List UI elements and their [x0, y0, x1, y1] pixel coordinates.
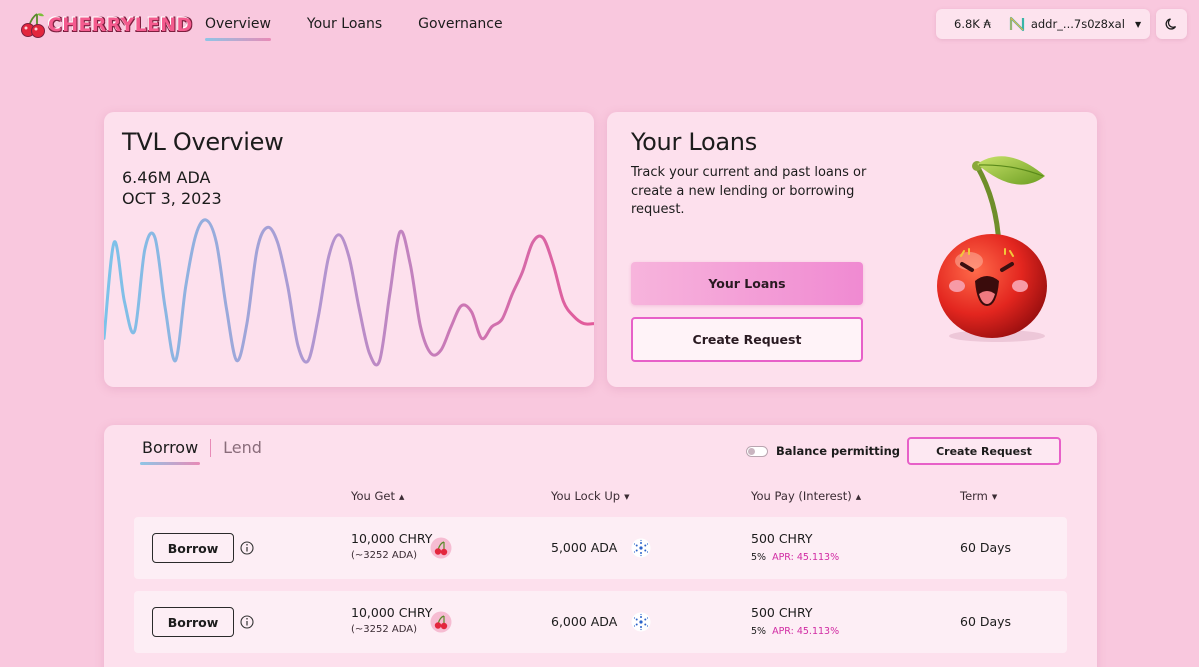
column-header-you-lock-up[interactable]: You Lock Up ▼ [551, 489, 629, 503]
tvl-title: TVL Overview [122, 128, 284, 156]
column-header-term[interactable]: Term ▼ [960, 489, 997, 503]
chevron-up-icon: ▲ [855, 492, 862, 501]
brand-name: CHERRYLEND [48, 14, 193, 36]
you-get-ada-equivalent: (~3252 ADA) [351, 550, 418, 561]
nav-your-loans[interactable]: Your Loans [307, 16, 382, 41]
apr-value: APR: 45.113% [772, 552, 840, 563]
top-header: CHERRYLEND Overview Your Loans Governanc… [0, 0, 1199, 56]
tab-borrow[interactable]: Borrow [139, 438, 201, 465]
borrow-button[interactable]: Borrow [152, 607, 234, 637]
you-get-amount: 10,000 CHRY [351, 531, 433, 546]
tab-divider [210, 438, 212, 457]
you-pay-amount: 500 CHRY [751, 605, 813, 620]
main-nav: Overview Your Loans Governance [205, 16, 503, 41]
chevron-down-icon: ▼ [1134, 19, 1142, 29]
you-pay-rate: 5% APR: 45.113% [751, 552, 839, 563]
wallet-button[interactable]: 6.8K ₳ addr_...7s0z8xal ▼ [936, 9, 1150, 39]
moon-icon [1165, 18, 1176, 30]
you-get-amount: 10,000 CHRY [351, 605, 433, 620]
interest-percent: 5% [751, 552, 767, 563]
apr-value: APR: 45.113% [772, 626, 840, 637]
column-header-label: You Lock Up [551, 489, 621, 503]
nav-overview[interactable]: Overview [205, 16, 271, 41]
chevron-down-icon: ▼ [624, 492, 630, 501]
term-value: 60 Days [960, 614, 1012, 629]
wallet-address-group: addr_...7s0z8xal ▼ [1009, 16, 1141, 32]
cherry-logo-icon [21, 13, 45, 38]
ada-token-icon [631, 612, 651, 632]
column-header-you-pay[interactable]: You Pay (Interest) ▲ [751, 489, 861, 503]
tvl-value: 6.46M ADA [122, 168, 211, 187]
theme-toggle-button[interactable] [1156, 9, 1187, 39]
market-create-request-button[interactable]: Create Request [907, 437, 1061, 465]
info-icon[interactable] [240, 541, 254, 555]
term-value: 60 Days [960, 540, 1012, 555]
borrow-button[interactable]: Borrow [152, 533, 234, 563]
nami-wallet-icon [1009, 16, 1024, 32]
wallet-address: addr_...7s0z8xal [1030, 17, 1125, 31]
create-request-button[interactable]: Create Request [631, 317, 863, 362]
brand-logo[interactable]: CHERRYLEND [20, 10, 193, 40]
balance-permitting-toggle[interactable] [746, 445, 768, 457]
info-icon[interactable] [240, 615, 254, 629]
column-header-label: You Pay (Interest) [751, 489, 852, 503]
market-table-card: Borrow Lend Balance permitting Create Re… [104, 425, 1097, 667]
your-loans-button[interactable]: Your Loans [631, 262, 863, 305]
column-header-you-get[interactable]: You Get ▲ [351, 489, 404, 503]
you-get-ada-equivalent: (~3252 ADA) [351, 624, 418, 635]
balance-permitting-toggle-group: Balance permitting [746, 444, 900, 458]
market-tabs: Borrow Lend [139, 438, 262, 465]
you-pay-rate: 5% APR: 45.113% [751, 626, 839, 637]
cherry-mascot-icon [937, 156, 1047, 342]
nav-governance[interactable]: Governance [418, 16, 502, 41]
wallet-balance: 6.8K ₳ [954, 17, 991, 31]
loans-title: Your Loans [631, 128, 757, 156]
balance-permitting-label: Balance permitting [776, 444, 901, 458]
tvl-overview-card: TVL Overview 6.46M ADA OCT 3, 2023 [104, 112, 594, 387]
your-loans-card: Your Loans Track your current and past l… [607, 112, 1097, 387]
table-row: Borrow 10,000 CHRY (~3252 ADA) 5,000 ADA [134, 517, 1067, 579]
chry-token-icon [430, 611, 452, 633]
tvl-date: OCT 3, 2023 [122, 189, 222, 208]
tab-lend[interactable]: Lend [223, 438, 262, 465]
tvl-series-line [104, 218, 594, 367]
you-lock-up-amount: 6,000 ADA [551, 614, 618, 629]
interest-percent: 5% [751, 626, 767, 637]
column-header-label: Term [960, 489, 988, 503]
you-lock-up-amount: 5,000 ADA [551, 540, 618, 555]
chevron-down-icon: ▼ [991, 492, 998, 501]
table-row: Borrow 10,000 CHRY (~3252 ADA) 6,000 ADA [134, 591, 1067, 653]
loans-description: Track your current and past loans or cre… [631, 165, 867, 217]
ada-token-icon [631, 538, 651, 558]
you-pay-amount: 500 CHRY [751, 531, 813, 546]
column-header-label: You Get [351, 489, 395, 503]
chevron-up-icon: ▲ [398, 492, 405, 501]
chry-token-icon [430, 537, 452, 559]
